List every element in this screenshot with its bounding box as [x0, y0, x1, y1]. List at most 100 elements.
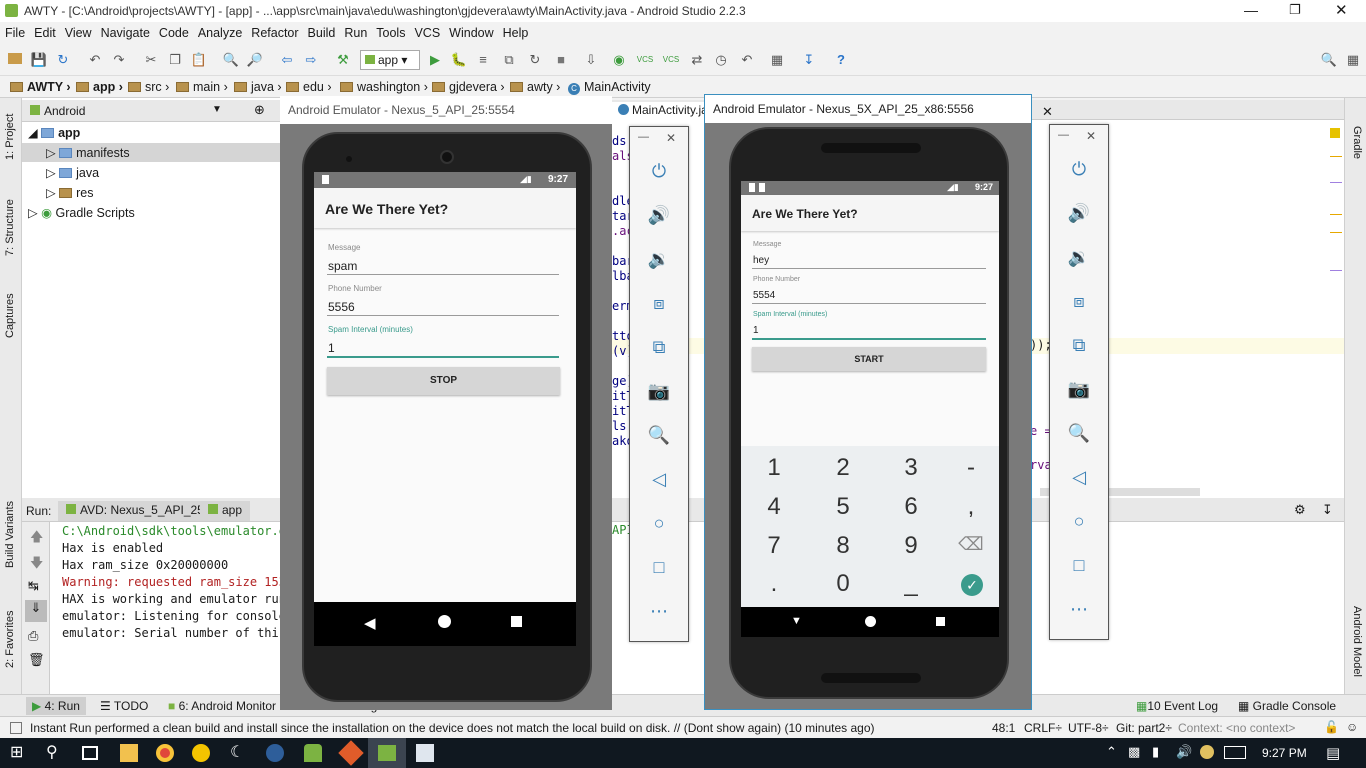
chevron-up-icon[interactable]: ⌃	[1106, 744, 1117, 760]
file-encoding[interactable]: UTF-8÷	[1068, 721, 1109, 735]
minimize-icon[interactable]: —	[1058, 129, 1069, 141]
clock[interactable]: 9:27 PM	[1262, 746, 1307, 760]
phone-input[interactable]: 5554	[753, 290, 775, 301]
overview-icon[interactable]	[936, 617, 945, 626]
android-icon[interactable]	[304, 744, 322, 762]
undo-icon[interactable]: ↶	[86, 51, 104, 69]
active-app-highlight[interactable]	[368, 738, 406, 768]
search-everywhere-icon[interactable]: 🔍	[1320, 51, 1338, 69]
back-icon[interactable]: ◀	[364, 614, 376, 632]
key-minus[interactable]: -	[941, 454, 999, 482]
git-icon[interactable]	[338, 740, 364, 766]
tab-todo[interactable]: ☰ TODO	[100, 699, 148, 713]
compare-icon[interactable]: ⇄	[688, 51, 706, 69]
project-structure-icon[interactable]: ▦	[768, 51, 786, 69]
tab-build-variants[interactable]: Build Variants	[4, 501, 16, 568]
menu-analyze[interactable]: Analyze	[193, 22, 246, 40]
tab-favorites[interactable]: 2: Favorites	[4, 611, 16, 668]
window-icon[interactable]	[416, 744, 434, 762]
screenshot-icon[interactable]: 📷	[630, 381, 688, 402]
zoom-icon[interactable]: 🔍	[630, 425, 688, 446]
interval-input[interactable]: 1	[753, 325, 759, 336]
back-icon[interactable]: ▼	[791, 615, 802, 627]
key-6[interactable]: 6	[881, 493, 941, 521]
key-9[interactable]: 9	[881, 532, 941, 560]
revert-icon[interactable]: ↶	[738, 51, 756, 69]
key-8[interactable]: 8	[813, 532, 873, 560]
power-icon[interactable]: ⏻	[1050, 159, 1108, 180]
done-check-icon[interactable]: ✓	[961, 574, 983, 596]
gear-icon[interactable]: ⚙	[1294, 502, 1306, 518]
soft-wrap-icon[interactable]: ↹	[28, 578, 39, 594]
globe-icon[interactable]	[266, 744, 284, 762]
stop-button[interactable]: STOP	[327, 367, 560, 395]
vcs-commit-icon[interactable]: VCS	[662, 51, 680, 69]
tab-android-model[interactable]: Android Model	[1351, 606, 1363, 677]
home-icon[interactable]	[865, 616, 876, 627]
key-4[interactable]: 4	[744, 493, 804, 521]
home-icon[interactable]	[438, 615, 451, 628]
key-3[interactable]: 3	[881, 454, 941, 482]
tree-java[interactable]: ▷ java	[46, 165, 99, 180]
key-dot[interactable]: .	[744, 570, 804, 598]
debug-icon[interactable]: 🐛	[450, 51, 468, 69]
clear-icon[interactable]: 🗑	[28, 652, 45, 668]
tree-res[interactable]: ▷ res	[46, 185, 93, 200]
chrome-icon[interactable]	[156, 744, 174, 762]
make-project-icon[interactable]: ⚒	[334, 51, 352, 69]
forward-icon[interactable]: ⇨	[302, 51, 320, 69]
tab-gradle-console[interactable]: ▦ Gradle Console	[1238, 699, 1336, 713]
menu-edit[interactable]: Edit	[29, 22, 60, 40]
crumb-main[interactable]: main ›	[176, 80, 228, 94]
crumb-java[interactable]: java ›	[234, 80, 282, 94]
scroll-to-end-icon[interactable]: ⇓	[25, 600, 47, 622]
maximize-button[interactable]: ❐	[1289, 2, 1301, 18]
zoom-icon[interactable]: 🔍	[1050, 423, 1108, 444]
crumb-edu[interactable]: edu ›	[286, 80, 332, 94]
key-7[interactable]: 7	[744, 532, 804, 560]
windows-start-icon[interactable]: ⊞	[10, 744, 28, 762]
avd-manager-icon[interactable]: ◉	[610, 51, 628, 69]
run-icon[interactable]: ▶	[426, 51, 444, 69]
open-folder-icon[interactable]	[6, 51, 24, 69]
volume-up-icon[interactable]: 🔊	[1050, 203, 1108, 224]
tray-app-icon[interactable]	[1200, 745, 1214, 759]
status-message[interactable]: Instant Run performed a clean build and …	[30, 721, 875, 735]
file-explorer-icon[interactable]	[120, 744, 138, 762]
more-icon[interactable]: ⋯	[1050, 599, 1108, 620]
key-1[interactable]: 1	[744, 454, 804, 482]
menu-view[interactable]: View	[60, 22, 96, 40]
status-toggle-icon[interactable]	[10, 722, 22, 734]
rotate-left-icon[interactable]: ⧈	[1050, 291, 1108, 312]
back-icon[interactable]: ⇦	[278, 51, 296, 69]
crumb-washington[interactable]: washington ›	[340, 80, 428, 94]
media-player-icon[interactable]	[192, 744, 210, 762]
tab-gradle[interactable]: Gradle	[1351, 126, 1363, 159]
android-monitor-icon[interactable]: ↧	[800, 51, 818, 69]
menu-run[interactable]: Run	[339, 22, 371, 40]
crumb-mainactivity[interactable]: C MainActivity	[568, 80, 651, 95]
target-icon[interactable]: ⊕	[254, 102, 265, 118]
back-icon[interactable]: ◁	[630, 469, 688, 490]
tab-captures[interactable]: Captures	[4, 293, 16, 338]
stop-icon[interactable]: ■	[552, 51, 570, 69]
volume-down-icon[interactable]: 🔉	[630, 249, 688, 270]
tree-app[interactable]: ◢ app	[28, 125, 80, 140]
menu-code[interactable]: Code	[154, 22, 193, 40]
close-tab-icon[interactable]: ✕	[1042, 104, 1053, 120]
menu-tools[interactable]: Tools	[371, 22, 409, 40]
notifications-icon[interactable]: ▤	[1326, 744, 1340, 762]
help-icon[interactable]: ?	[832, 51, 850, 69]
menu-navigate[interactable]: Navigate	[96, 22, 154, 40]
keyboard-icon[interactable]	[1224, 746, 1246, 759]
tree-gradle-scripts[interactable]: ▷ ◉ Gradle Scripts	[28, 205, 135, 220]
backspace-icon[interactable]: ⌫	[941, 534, 999, 555]
tree-manifests[interactable]: ▷ manifests	[46, 145, 130, 160]
attach-debugger-icon[interactable]: ≡	[474, 51, 492, 69]
battery-icon[interactable]: ▮	[1152, 744, 1159, 760]
lock-icon[interactable]: 🔓	[1324, 720, 1339, 734]
volume-down-icon[interactable]: 🔉	[1050, 247, 1108, 268]
key-2[interactable]: 2	[813, 454, 873, 482]
run-config-select[interactable]: app ▾	[360, 50, 420, 70]
overview-icon[interactable]: □	[1050, 555, 1108, 576]
